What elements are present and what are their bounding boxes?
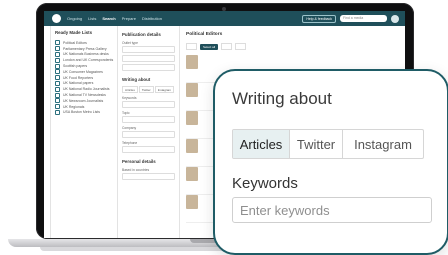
contact-photo <box>186 111 198 125</box>
app-top-bar: Ongoing Lists Search Prepare Distributio… <box>44 11 405 26</box>
outlet-type-label: Outlet type <box>122 41 138 45</box>
writing-about-tabs-small: Articles Twitter Instagram <box>122 86 175 93</box>
filter-panel: Publication details Outlet type Writing … <box>118 26 180 238</box>
list-item-label: London and UK Correspondents <box>63 58 114 63</box>
list-icon <box>55 98 60 104</box>
writing-about-callout: Writing about Articles Twitter Instagram… <box>213 69 448 255</box>
telephone-label: Telephone <box>122 141 138 145</box>
contact-photo <box>186 55 198 69</box>
ready-made-lists-panel: Ready Made Lists Political Editors Parli… <box>50 26 118 238</box>
writing-about-title: Writing about <box>232 89 332 108</box>
list-icon <box>55 46 60 52</box>
keywords-input-small[interactable] <box>122 101 175 108</box>
list-icon <box>55 57 60 63</box>
list-icon <box>55 51 60 57</box>
list-item-label: UK Newsroom Journalists <box>63 98 104 103</box>
based-in-select[interactable] <box>122 173 175 180</box>
keywords-input[interactable] <box>232 197 432 223</box>
topic-select[interactable] <box>122 116 175 123</box>
tab-instagram[interactable]: Instagram <box>343 130 423 158</box>
list-item-label: UK Nationals Business desks <box>63 52 109 57</box>
nav-search[interactable]: Search <box>102 16 115 21</box>
list-icon <box>55 80 60 86</box>
list-item-label: Parliamentary Press Gallery <box>63 46 107 51</box>
outlet-select-3[interactable] <box>122 64 175 71</box>
list-item-label: UK National TV Newsdesks <box>63 93 106 98</box>
nav-lists[interactable]: Lists <box>88 16 96 21</box>
list-icon <box>55 69 60 75</box>
toolbar-button[interactable] <box>235 43 247 50</box>
contact-photo <box>186 139 198 153</box>
tab-instagram-small[interactable]: Instagram <box>154 86 175 93</box>
company-label: Company <box>122 126 137 130</box>
company-select[interactable] <box>122 131 175 138</box>
toolbar-button[interactable] <box>186 43 197 50</box>
based-in-label: Based in countries <box>122 168 150 172</box>
tab-articles-small[interactable]: Articles <box>122 86 138 93</box>
list-item-label: UK Consumer Magazines <box>63 69 103 74</box>
list-icon <box>55 92 60 98</box>
keywords-label-small: Keywords <box>122 96 137 100</box>
list-icon <box>55 104 60 110</box>
contact-photo <box>186 167 198 181</box>
lists-panel-title: Ready Made Lists <box>55 30 93 35</box>
list-icon <box>55 40 60 46</box>
topic-label: Topic <box>122 111 130 115</box>
writing-about-heading-small: Writing about <box>122 77 151 82</box>
personal-details-heading: Personal details <box>122 159 156 164</box>
results-toolbar: Select all <box>186 43 399 50</box>
contact-photo <box>186 83 198 97</box>
list-item-label: Political Editors <box>63 40 87 45</box>
select-all-button[interactable]: Select all <box>200 43 219 50</box>
nav-prepare[interactable]: Prepare <box>122 16 136 21</box>
list-item-label: USA Boston Metro Lists <box>63 110 100 115</box>
telephone-input[interactable] <box>122 146 175 153</box>
nav-distribution[interactable]: Distribution <box>142 16 162 21</box>
list-item-label: UK National papers <box>63 81 94 86</box>
list-item-label: Scottish papers <box>63 64 88 69</box>
keywords-label: Keywords <box>232 175 298 192</box>
outlet-select-2[interactable] <box>122 55 175 62</box>
list-item-label: UK Food Reporters <box>63 75 94 80</box>
avatar[interactable] <box>391 14 399 23</box>
contact-photo <box>186 195 198 209</box>
tab-articles[interactable]: Articles <box>233 130 290 158</box>
writing-about-tabs: Articles Twitter Instagram <box>232 129 424 159</box>
tab-twitter[interactable]: Twitter <box>290 130 343 158</box>
list-icon <box>55 109 60 115</box>
nav-ongoing[interactable]: Ongoing <box>67 16 82 21</box>
publication-details-heading: Publication details <box>122 32 161 37</box>
list-icon <box>55 63 60 69</box>
list-icon <box>55 75 60 81</box>
list-item[interactable]: USA Boston Metro Lists <box>55 109 117 116</box>
feedback-button[interactable]: Help & feedback <box>302 14 336 23</box>
list-item-label: UK National Radio Journalists <box>63 87 110 92</box>
list-item-label: UK Regionals <box>63 104 85 109</box>
outlet-type-select[interactable] <box>122 46 175 53</box>
top-search-input[interactable]: Find a media <box>340 15 387 22</box>
results-title: Political Editors <box>186 32 223 37</box>
app-logo[interactable] <box>52 14 61 23</box>
tab-twitter-small[interactable]: Twitter <box>138 86 154 93</box>
list-icon <box>55 86 60 92</box>
toolbar-button[interactable] <box>221 43 233 50</box>
